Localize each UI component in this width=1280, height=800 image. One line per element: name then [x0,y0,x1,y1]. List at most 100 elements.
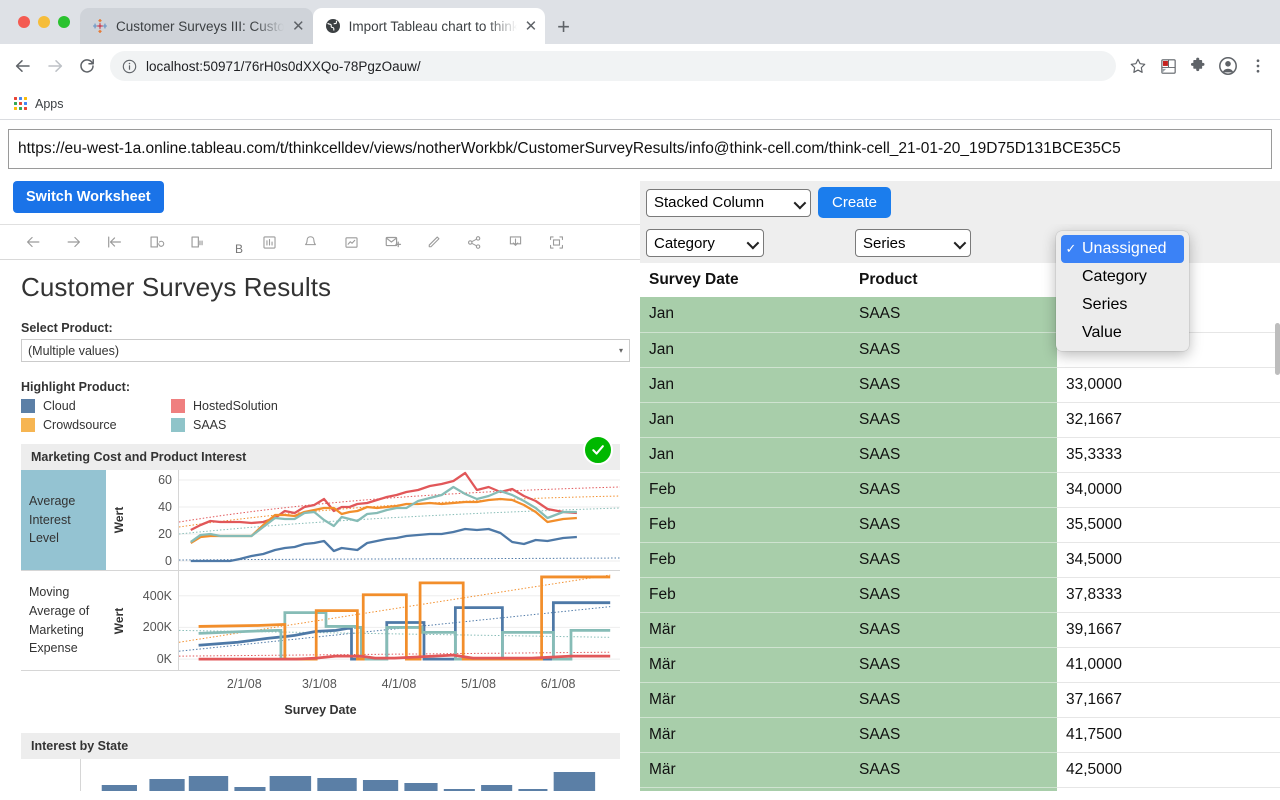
table-row[interactable]: MärSAAS41,5000 [640,787,1280,791]
column-role-1-wrap: Category [646,229,764,257]
back-button[interactable] [8,51,38,81]
close-tab-icon[interactable]: ✕ [525,19,538,34]
select-product-label: Select Product: [21,321,620,335]
chrome-menu-icon[interactable] [1244,52,1272,80]
fullscreen-icon[interactable] [536,227,577,257]
browser-tab-2[interactable]: Import Tableau chart to think-c ✕ [313,8,546,44]
table-row[interactable]: FebSAAS34,0000 [640,472,1280,507]
close-window-button[interactable] [18,16,30,28]
browser-tab-1[interactable]: Customer Surveys III: Custome ✕ [80,8,313,44]
tableau-url-input[interactable]: https://eu-west-1a.online.tableau.com/t/… [8,129,1272,169]
chart-type-select[interactable]: Stacked Column [646,189,811,217]
dashboard: Customer Surveys Results Select Product:… [0,260,640,791]
browser-toolbar: localhost:50971/76rH0s0dXXQo-78PgzOauw/ [0,44,1280,88]
tab-title: Customer Surveys III: Custome [116,19,284,34]
table-row[interactable]: JanSAAS35,3333 [640,437,1280,472]
chart-band-expense: Moving Average of Marketing Expense Wert… [21,570,620,670]
cell-date: Mär [640,682,850,717]
table-row[interactable]: MärSAAS39,1667 [640,612,1280,647]
table-row[interactable]: MärSAAS41,7500 [640,717,1280,752]
cell-product: SAAS [850,367,1057,402]
cell-value: 37,1667 [1057,682,1280,717]
controls-row: Switch Worksheet Stacked Column Create [0,181,1280,224]
extensions-puzzle-icon[interactable] [1184,52,1212,80]
metrics-icon[interactable] [331,227,372,257]
refresh-data-icon[interactable] [135,227,176,257]
view-icon[interactable] [249,227,290,257]
cell-value: 34,0000 [1057,472,1280,507]
table-row[interactable]: JanSAAS32,1667 [640,402,1280,437]
forward-arrow-icon[interactable] [53,227,94,257]
table-row[interactable]: MärSAAS41,0000 [640,647,1280,682]
legend-swatch-icon [21,399,35,413]
close-tab-icon[interactable]: ✕ [292,19,305,34]
select-product-value: (Multiple values) [28,344,119,358]
reload-button[interactable] [72,51,102,81]
select-product-dropdown[interactable]: (Multiple values) ▾ [21,339,630,362]
y-axis-title: Wert [106,571,132,670]
expense-line-svg [179,571,620,670]
cell-date: Feb [640,577,850,612]
pause-updates-icon[interactable] [176,227,217,257]
interest-line-svg [179,470,620,570]
column-header-product[interactable]: Product [850,263,1057,297]
globe-icon [325,18,341,34]
window-traffic-lights [10,0,80,44]
maximize-window-button[interactable] [58,16,70,28]
cell-value: 35,5000 [1057,507,1280,542]
back-arrow-icon[interactable] [12,227,53,257]
table-row[interactable]: MärSAAS42,5000 [640,752,1280,787]
table-row[interactable]: JanSAAS33,0000 [640,367,1280,402]
create-button[interactable]: Create [818,187,891,218]
legend-item-saas[interactable]: SAAS [171,418,620,432]
menu-item-unassigned[interactable]: ✓ Unassigned [1061,235,1184,263]
download-icon[interactable] [495,227,536,257]
profile-avatar-icon[interactable] [1214,52,1242,80]
column-role-select-series[interactable]: Series [855,229,971,257]
share-icon[interactable] [454,227,495,257]
menu-item-value[interactable]: Value [1056,319,1189,347]
table-row[interactable]: FebSAAS34,5000 [640,542,1280,577]
table-row[interactable]: FebSAAS37,8333 [640,577,1280,612]
cell-date: Mär [640,787,850,791]
panel-title-marketing: Marketing Cost and Product Interest [21,444,620,470]
table-row[interactable]: MärSAAS37,1667 [640,682,1280,717]
tab-strip: Customer Surveys III: Custome ✕ Import T… [0,0,1280,44]
subscribe-icon[interactable] [372,227,413,257]
legend-item-crowdsource[interactable]: Crowdsource [21,418,171,432]
cell-value: 37,8333 [1057,577,1280,612]
cell-date: Feb [640,507,850,542]
legend-swatch-icon [171,418,185,432]
bookmark-apps-label[interactable]: Apps [35,97,64,111]
extension-reader-icon[interactable] [1154,52,1182,80]
column-header-survey-date[interactable]: Survey Date [640,263,850,297]
cell-product: SAAS [850,577,1057,612]
toolbar-b-label: B [235,242,249,256]
menu-item-category[interactable]: Category [1056,263,1189,291]
table-row[interactable]: FebSAAS35,5000 [640,507,1280,542]
legend-item-cloud[interactable]: Cloud [21,399,171,413]
switch-worksheet-button[interactable]: Switch Worksheet [13,181,164,213]
cell-product: SAAS [850,332,1057,367]
table-scrollbar-thumb[interactable] [1275,323,1280,375]
menu-item-series[interactable]: Series [1056,291,1189,319]
tableau-viz-pane: B [0,224,640,791]
apps-grid-icon[interactable] [14,97,27,110]
interest-by-state-chart [21,759,620,791]
panel-title-text: Marketing Cost and Product Interest [31,450,246,464]
bookmark-star-icon[interactable] [1124,52,1152,80]
legend-item-hostedsolution[interactable]: HostedSolution [171,399,620,413]
minimize-window-button[interactable] [38,16,50,28]
cell-date: Mär [640,647,850,682]
address-bar[interactable]: localhost:50971/76rH0s0dXXQo-78PgzOauw/ [110,51,1116,81]
split-layout: B [0,224,1280,791]
legend-swatch-icon [171,399,185,413]
band-row-label: Average Interest Level [21,470,106,570]
column-role-select-category[interactable]: Category [646,229,764,257]
revert-icon[interactable] [94,227,135,257]
edit-icon[interactable] [413,227,454,257]
forward-button[interactable] [40,51,70,81]
plot-area-interest [178,470,620,570]
new-tab-button[interactable]: + [545,16,582,44]
alert-icon[interactable] [290,227,331,257]
